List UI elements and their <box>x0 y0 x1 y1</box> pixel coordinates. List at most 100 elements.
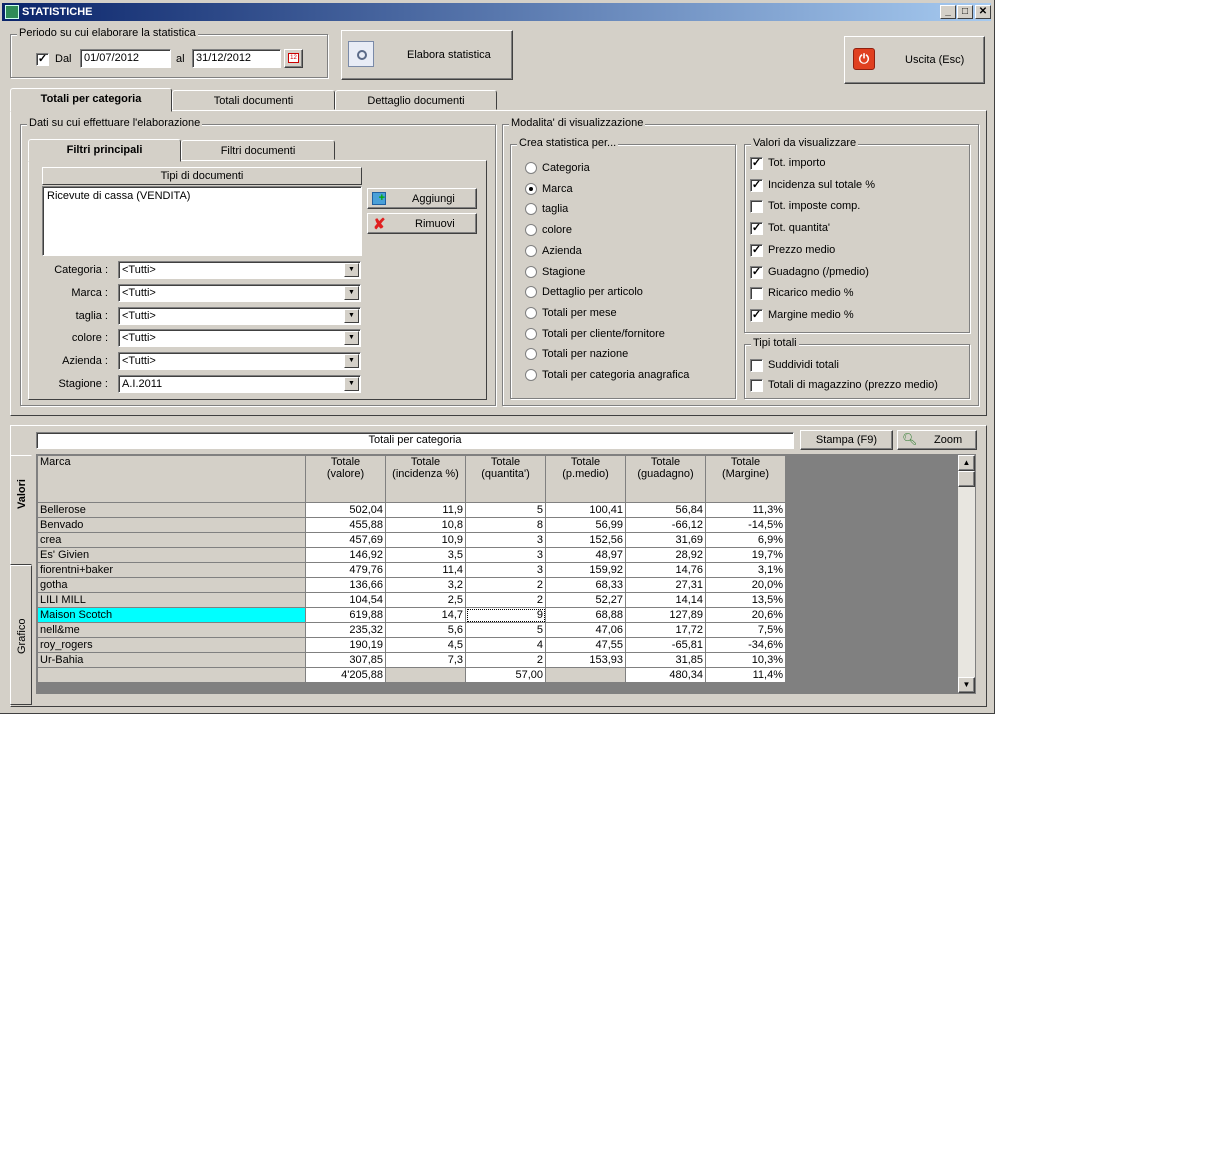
value-cell[interactable]: 3,5 <box>385 547 466 563</box>
tab-totali-documenti[interactable]: Totali documenti <box>172 90 335 110</box>
value-cell[interactable]: -34,6% <box>705 637 786 653</box>
filter-select[interactable]: <Tutti> ▼ <box>118 261 361 279</box>
value-cell[interactable]: 31,85 <box>625 652 706 668</box>
chevron-down-icon[interactable]: ▼ <box>344 263 359 277</box>
row-label-cell[interactable]: fiorentni+baker <box>37 562 306 578</box>
option-checkbox[interactable]: ✓ <box>750 222 763 236</box>
crea-radio[interactable] <box>525 162 537 174</box>
sidetab-valori[interactable]: Valori <box>10 455 32 565</box>
to-date-input[interactable]: 31/12/2012 <box>192 49 281 68</box>
value-cell[interactable]: 19,7% <box>705 547 786 563</box>
value-cell[interactable]: -14,5% <box>705 517 786 533</box>
value-cell[interactable]: 146,92 <box>305 547 386 563</box>
value-cell[interactable]: 68,88 <box>545 607 626 623</box>
value-cell[interactable]: 3 <box>465 532 546 548</box>
vertical-scrollbar[interactable]: ▲ ▼ <box>958 455 975 693</box>
value-cell[interactable]: 235,32 <box>305 622 386 638</box>
value-cell[interactable]: 153,93 <box>545 652 626 668</box>
value-cell[interactable]: 17,72 <box>625 622 706 638</box>
calendar-button[interactable]: 12 <box>284 49 303 68</box>
column-header[interactable]: Totale (incidenza %) <box>385 455 466 503</box>
option-checkbox[interactable]: ✓ <box>750 178 763 192</box>
crea-radio[interactable] <box>525 182 537 195</box>
option-checkbox[interactable] <box>750 359 763 372</box>
from-checkbox[interactable]: ✓ <box>36 53 49 66</box>
value-cell[interactable]: 2 <box>465 592 546 608</box>
value-cell[interactable]: 104,54 <box>305 592 386 608</box>
value-cell[interactable]: 10,9 <box>385 532 466 548</box>
column-header[interactable]: Totale (valore) <box>305 455 386 503</box>
row-label-cell[interactable]: Bellerose <box>37 502 306 518</box>
value-cell[interactable]: 457,69 <box>305 532 386 548</box>
value-cell[interactable]: 455,88 <box>305 517 386 533</box>
close-button[interactable]: ✕ <box>975 5 991 19</box>
value-cell[interactable]: 5 <box>465 502 546 518</box>
from-date-input[interactable]: 01/07/2012 <box>80 49 171 68</box>
chevron-down-icon[interactable]: ▼ <box>344 331 359 345</box>
value-cell[interactable]: 7,3 <box>385 652 466 668</box>
value-cell[interactable]: 5,6 <box>385 622 466 638</box>
column-header[interactable]: Marca <box>37 455 306 503</box>
filter-select[interactable]: <Tutti> ▼ <box>118 307 361 325</box>
rimuovi-button[interactable]: ✘ Rimuovi <box>367 213 477 234</box>
table-row[interactable]: Es' Givien 146,92 3,5 3 48,97 28,92 19,7% <box>37 547 786 563</box>
value-cell[interactable]: 11,3% <box>705 502 786 518</box>
value-cell[interactable]: 14,14 <box>625 592 706 608</box>
table-row[interactable]: Ur-Bahia 307,85 7,3 2 153,93 31,85 10,3% <box>37 652 786 668</box>
value-cell[interactable]: 11,4 <box>385 562 466 578</box>
value-cell[interactable]: 100,41 <box>545 502 626 518</box>
crea-radio[interactable] <box>525 327 537 340</box>
value-cell[interactable]: 20,0% <box>705 577 786 593</box>
value-cell[interactable]: 56,99 <box>545 517 626 533</box>
value-cell[interactable]: 7,5% <box>705 622 786 638</box>
value-cell[interactable]: 3 <box>465 562 546 578</box>
value-cell[interactable]: 4,5 <box>385 637 466 653</box>
value-cell[interactable]: 159,92 <box>545 562 626 578</box>
option-checkbox[interactable] <box>750 287 763 301</box>
row-label-cell[interactable]: nell&me <box>37 622 306 638</box>
scroll-down-arrow-icon[interactable]: ▼ <box>958 677 975 693</box>
title-bar[interactable]: STATISTICHE _ □ ✕ <box>2 3 991 21</box>
value-cell[interactable]: 9 <box>465 607 546 623</box>
chevron-down-icon[interactable]: ▼ <box>344 377 359 391</box>
results-grid[interactable]: Marca Totale (valore) Totale (incidenza %)… <box>37 455 786 683</box>
filter-select[interactable]: <Tutti> ▼ <box>118 329 361 347</box>
table-row[interactable]: roy_rogers 190,19 4,5 4 47,55 -65,81 -34,6% <box>37 637 786 653</box>
value-cell[interactable]: 14,7 <box>385 607 466 623</box>
tab-totali-per-categoria[interactable]: Totali per categoria <box>10 88 172 112</box>
row-label-cell[interactable]: gotha <box>37 577 306 593</box>
value-cell[interactable]: 4 <box>465 637 546 653</box>
option-checkbox[interactable]: ✓ <box>750 243 763 257</box>
option-checkbox[interactable]: ✓ <box>750 157 763 170</box>
value-cell[interactable]: 47,55 <box>545 637 626 653</box>
value-cell[interactable]: 152,56 <box>545 532 626 548</box>
crea-radio[interactable] <box>525 224 537 237</box>
table-row[interactable]: Maison Scotch 619,88 14,7 9 68,88 127,89 20,6% <box>37 607 786 623</box>
crea-radio[interactable] <box>525 244 537 257</box>
value-cell[interactable]: 619,88 <box>305 607 386 623</box>
row-label-cell[interactable]: Benvado <box>37 517 306 533</box>
stampa-button[interactable]: Stampa (F9) <box>800 430 893 450</box>
scroll-up-arrow-icon[interactable]: ▲ <box>958 455 975 471</box>
value-cell[interactable]: 502,04 <box>305 502 386 518</box>
value-cell[interactable]: 52,27 <box>545 592 626 608</box>
option-checkbox[interactable]: ✓ <box>750 265 763 279</box>
zoom-button[interactable]: 🔍︎ Zoom <box>897 430 977 450</box>
column-header[interactable]: Totale (guadagno) <box>625 455 706 503</box>
value-cell[interactable]: 13,5% <box>705 592 786 608</box>
column-header[interactable]: Totale (quantita') <box>465 455 546 503</box>
value-cell[interactable]: 11,9 <box>385 502 466 518</box>
uscita-button[interactable]: ⏻ Uscita (Esc) <box>844 36 985 84</box>
value-cell[interactable]: 2,5 <box>385 592 466 608</box>
value-cell[interactable]: 10,8 <box>385 517 466 533</box>
chevron-down-icon[interactable]: ▼ <box>344 286 359 300</box>
subtab-filtri-principali[interactable]: Filtri principali <box>28 139 181 162</box>
value-cell[interactable]: 307,85 <box>305 652 386 668</box>
filter-select[interactable]: <Tutti> ▼ <box>118 284 361 302</box>
row-label-cell[interactable]: LILI MILL <box>37 592 306 608</box>
option-checkbox[interactable]: ✓ <box>750 308 763 322</box>
table-row[interactable]: crea 457,69 10,9 3 152,56 31,69 6,9% <box>37 532 786 548</box>
value-cell[interactable]: 14,76 <box>625 562 706 578</box>
value-cell[interactable]: 479,76 <box>305 562 386 578</box>
value-cell[interactable]: 31,69 <box>625 532 706 548</box>
